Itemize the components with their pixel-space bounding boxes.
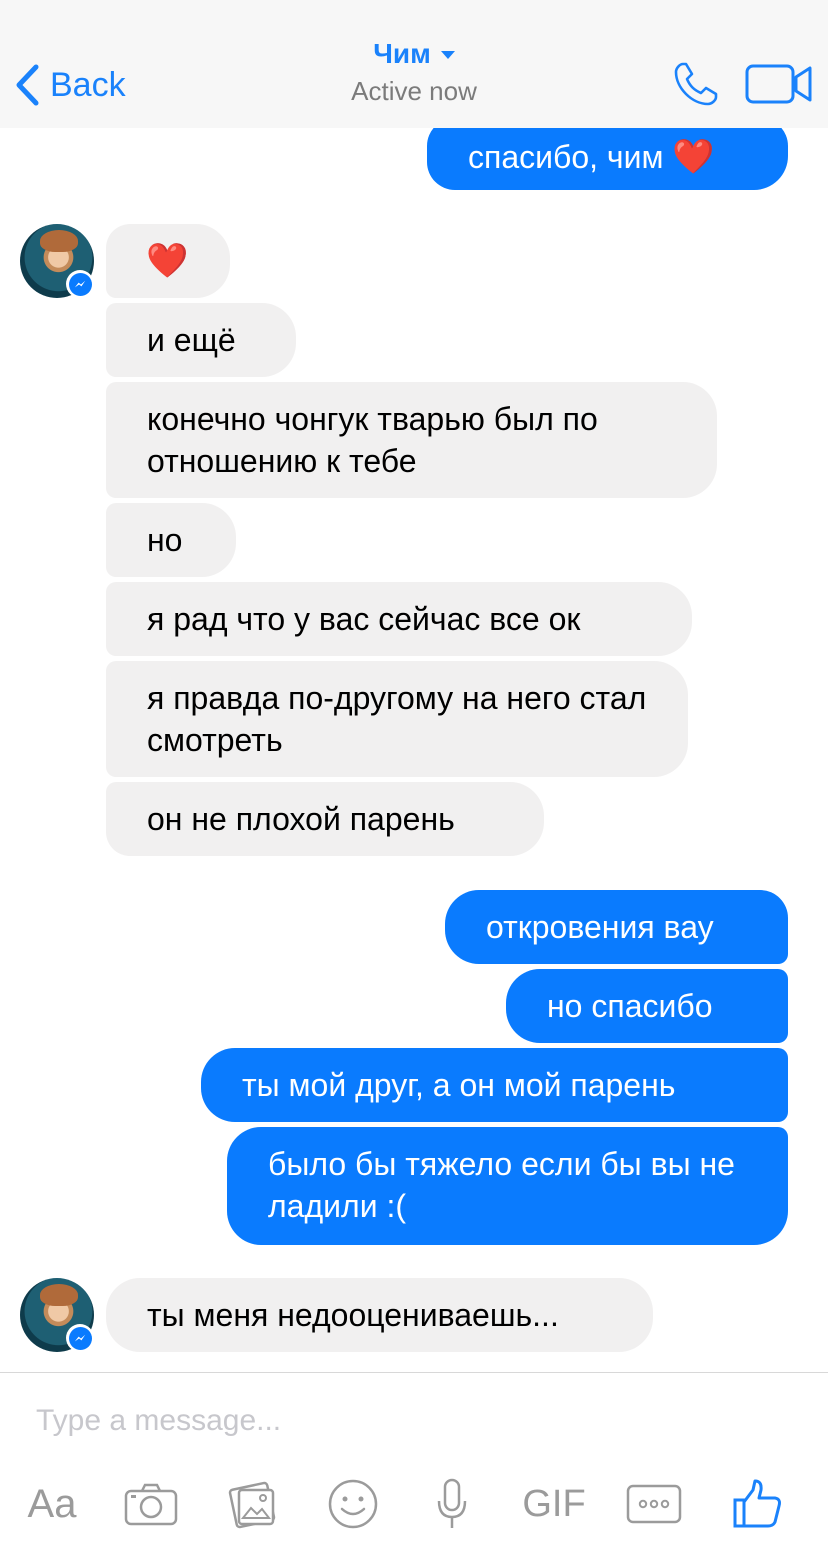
microphone-icon: [437, 1478, 467, 1528]
smiley-icon: [328, 1479, 378, 1529]
message-bubble-outgoing[interactable]: откровения вау: [445, 890, 788, 964]
gif-label: GIF: [522, 1482, 586, 1525]
video-camera-icon[interactable]: [744, 62, 814, 106]
emoji-button[interactable]: [326, 1476, 380, 1532]
chat-header: Back Чим Active now: [0, 0, 828, 128]
message-text: я правда по-другому на него стал смотрет…: [147, 680, 647, 758]
message-text: откровения вау: [486, 909, 714, 945]
message-text: он не плохой парень: [147, 801, 455, 837]
message-bubble-incoming[interactable]: я правда по-другому на него стал смотрет…: [106, 661, 688, 777]
text-format-button[interactable]: Aa: [20, 1476, 84, 1532]
message-text: спасибо, чим: [468, 139, 664, 175]
message-bubble-incoming[interactable]: он не плохой парень: [106, 782, 544, 856]
message-bubble-outgoing[interactable]: спасибо, чим ❤️: [427, 128, 788, 190]
camera-icon: [124, 1483, 178, 1526]
heart-emoji: ❤️: [146, 242, 189, 280]
message-bubble-incoming[interactable]: конечно чонгук тварью был по отношению к…: [106, 382, 717, 498]
message-text: ты мой друг, а он мой парень: [242, 1067, 676, 1103]
divider: [0, 1372, 828, 1373]
message-text: но спасибо: [547, 988, 713, 1024]
gif-button[interactable]: GIF: [518, 1476, 590, 1532]
more-icon: [626, 1484, 682, 1524]
messenger-badge: [66, 270, 94, 298]
gallery-button[interactable]: [226, 1476, 280, 1532]
contact-avatar[interactable]: [20, 1278, 94, 1352]
thumbs-up-icon: [733, 1479, 781, 1528]
message-text: и ещё: [147, 322, 236, 358]
like-button[interactable]: [730, 1476, 786, 1532]
message-bubble-outgoing[interactable]: было бы тяжело если бы вы не ладили :(: [227, 1127, 788, 1245]
message-bubble-incoming[interactable]: я рад что у вас сейчас все ок: [106, 582, 692, 656]
message-bubble-incoming[interactable]: но: [106, 503, 236, 577]
message-text: было бы тяжело если бы вы не ладили :(: [268, 1146, 735, 1224]
message-thread[interactable]: спасибо, чим ❤️ ❤️ и ещё конечно чонгук …: [0, 128, 828, 1372]
heart-emoji: ❤️: [672, 138, 715, 176]
message-input[interactable]: [36, 1398, 736, 1444]
message-text: я рад что у вас сейчас все ок: [147, 601, 581, 637]
contact-name-dropdown[interactable]: Чим: [373, 38, 455, 70]
message-bubble-incoming[interactable]: ❤️: [106, 224, 230, 298]
message-bubble-incoming[interactable]: и ещё: [106, 303, 296, 377]
photo-gallery-icon: [228, 1481, 276, 1529]
contact-name: Чим: [373, 38, 431, 69]
message-text: но: [147, 522, 183, 558]
messenger-icon: [74, 280, 85, 287]
text-format-label: Aa: [27, 1481, 77, 1526]
contact-avatar[interactable]: [20, 224, 94, 298]
voice-button[interactable]: [432, 1476, 472, 1532]
phone-icon[interactable]: [672, 60, 720, 108]
more-button[interactable]: [624, 1476, 684, 1532]
message-bubble-incoming[interactable]: ты меня недооцениваешь...: [106, 1278, 653, 1352]
message-text: ты меня недооцениваешь...: [147, 1297, 559, 1333]
messenger-icon: [74, 1334, 85, 1341]
caret-down-icon: [440, 51, 455, 59]
message-bubble-outgoing[interactable]: но спасибо: [506, 969, 788, 1043]
camera-button[interactable]: [122, 1476, 180, 1532]
message-text: конечно чонгук тварью был по отношению к…: [147, 401, 598, 479]
messenger-badge: [66, 1324, 94, 1352]
message-bubble-outgoing[interactable]: ты мой друг, а он мой парень: [201, 1048, 788, 1122]
composer: Aa GIF: [0, 1372, 828, 1550]
